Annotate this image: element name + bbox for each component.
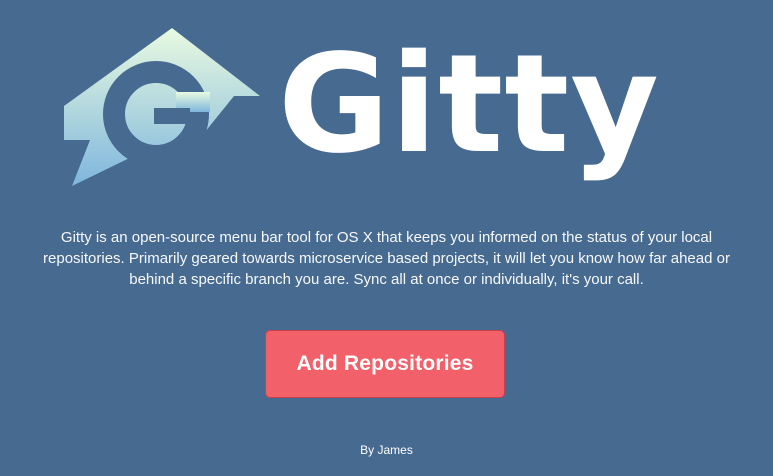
- author-credit: By James: [360, 443, 413, 457]
- add-repositories-button[interactable]: Add Repositories: [265, 330, 505, 398]
- gitty-house-g-logo-icon: [64, 28, 260, 186]
- app-title: Gitty: [278, 26, 660, 184]
- app-window: Gitty Gitty is an open-source menu bar t…: [0, 0, 773, 476]
- app-description: Gitty is an open-source menu bar tool fo…: [43, 229, 730, 288]
- app-logo: Gitty: [64, 26, 714, 198]
